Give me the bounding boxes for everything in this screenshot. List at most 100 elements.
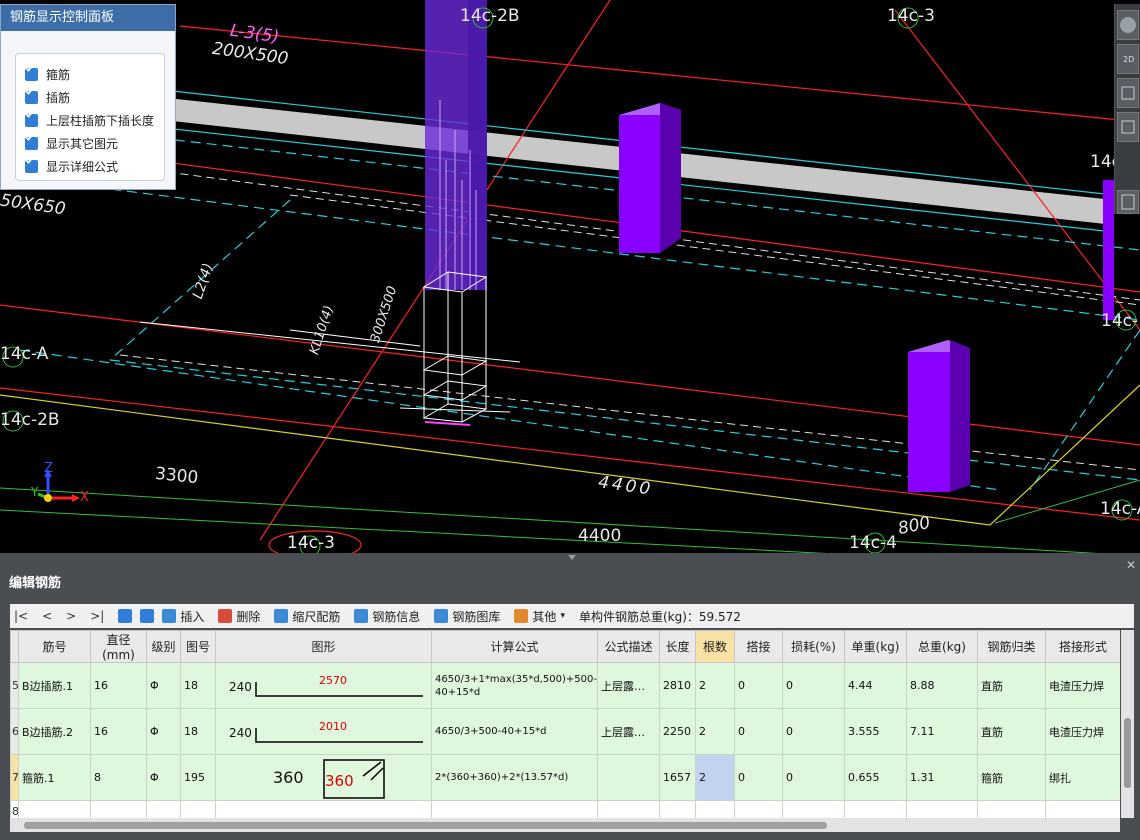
horizontal-scrollbar[interactable] xyxy=(10,818,1120,832)
3d-viewport[interactable]: 14c-2B 14c-3 14c-B 14c-A 14c-2B 14c-3 14… xyxy=(0,0,1140,553)
cell-diameter[interactable]: 16 xyxy=(90,708,147,755)
scale-rebar-button[interactable]: 缩尺配筋 xyxy=(274,608,340,625)
column-header[interactable]: 钢筋归类 xyxy=(977,630,1046,663)
cell-description[interactable]: 上层露… xyxy=(597,708,660,755)
cell-length[interactable]: 1657 xyxy=(659,754,696,801)
empty-cell[interactable] xyxy=(180,800,216,818)
cell-shape[interactable]: 360 360 xyxy=(215,754,432,801)
cell-total-weight[interactable]: 1.31 xyxy=(906,754,978,801)
cell-total-weight[interactable]: 8.88 xyxy=(906,662,978,709)
checkbox-checked-icon[interactable] xyxy=(25,87,38,104)
shape-length[interactable]: 360 xyxy=(325,772,354,790)
cell-count-selected[interactable]: 2 xyxy=(695,754,735,801)
cell-unit-weight[interactable]: 3.555 xyxy=(844,708,907,755)
empty-cell[interactable] xyxy=(695,800,735,818)
cell-unit-weight[interactable]: 0.655 xyxy=(844,754,907,801)
cell-lap[interactable]: 0 xyxy=(734,708,783,755)
column-header[interactable]: 长度 xyxy=(659,630,696,663)
panel-splitter[interactable] xyxy=(0,553,1140,564)
move-down-icon[interactable] xyxy=(140,609,155,623)
cell-loss[interactable]: 0 xyxy=(782,662,845,709)
rebar-info-button[interactable]: 钢筋信息 xyxy=(354,608,420,625)
table-row[interactable]: 7 箍筋.1 8 Φ 195 360 360 2*(360+360)+2*(13… xyxy=(10,754,1120,801)
option-show-other-elements[interactable]: 显示其它图元 xyxy=(25,133,118,153)
cell-diameter[interactable]: 8 xyxy=(90,754,147,801)
table-row[interactable]: 5 B边插筋.1 16 Φ 18 240 2570 4650/3+1*max(3… xyxy=(10,662,1120,709)
cell-lap-form[interactable]: 电渣压力焊 xyxy=(1045,662,1120,709)
cell-grade[interactable]: Φ xyxy=(146,662,181,709)
cell-shape[interactable]: 240 2570 xyxy=(215,662,432,709)
empty-cell[interactable] xyxy=(1045,800,1120,818)
column-header[interactable]: 级别 xyxy=(146,630,181,663)
checkbox-checked-icon[interactable] xyxy=(25,156,38,173)
cell-length[interactable]: 2810 xyxy=(659,662,696,709)
insert-button[interactable]: 插入 xyxy=(162,608,204,625)
nav-first-button[interactable]: |< xyxy=(14,609,28,623)
rebar-library-button[interactable]: 钢筋图库 xyxy=(434,608,500,625)
empty-cell[interactable] xyxy=(90,800,147,818)
cell-unit-weight[interactable]: 4.44 xyxy=(844,662,907,709)
cell-lap[interactable]: 0 xyxy=(734,662,783,709)
cell-figure-no[interactable]: 18 xyxy=(180,708,216,755)
empty-cell[interactable] xyxy=(18,800,91,818)
empty-cell[interactable] xyxy=(146,800,181,818)
column-header[interactable]: 计算公式 xyxy=(431,630,598,663)
cell-lap-form[interactable]: 电渣压力焊 xyxy=(1045,708,1120,755)
cube-view-icon[interactable] xyxy=(1117,112,1139,142)
column-header[interactable]: 总重(kg) xyxy=(906,630,978,663)
cell-loss[interactable]: 0 xyxy=(782,754,845,801)
shape-length[interactable]: 2570 xyxy=(319,674,347,687)
grid-settings-icon[interactable] xyxy=(1117,190,1139,214)
option-upper-column-length[interactable]: 上层柱插筋下插长度 xyxy=(25,110,154,130)
cell-formula[interactable]: 4650/3+1*max(35*d,500)+500-40+15*d xyxy=(431,662,598,709)
empty-cell[interactable] xyxy=(597,800,660,818)
cell-figure-no[interactable]: 195 xyxy=(180,754,216,801)
column-header[interactable]: 图号 xyxy=(180,630,216,663)
option-insert-bar[interactable]: 插筋 xyxy=(25,87,70,107)
cell-type[interactable]: 直筋 xyxy=(977,662,1046,709)
cell-formula[interactable]: 2*(360+360)+2*(13.57*d) xyxy=(431,754,598,801)
empty-cell[interactable] xyxy=(215,800,432,818)
cell-description[interactable] xyxy=(597,754,660,801)
nav-prev-button[interactable]: < xyxy=(42,609,52,623)
table-row-empty[interactable]: 8 xyxy=(10,800,1120,818)
control-panel-title[interactable]: 钢筋显示控制面板 xyxy=(1,5,175,31)
cell-lap-form[interactable]: 绑扎 xyxy=(1045,754,1120,801)
cell-loss[interactable]: 0 xyxy=(782,708,845,755)
column-header[interactable]: 公式描述 xyxy=(597,630,660,663)
cell-name[interactable]: B边插筋.1 xyxy=(18,662,91,709)
cell-formula[interactable]: 4650/3+500-40+15*d xyxy=(431,708,598,755)
scroll-thumb[interactable] xyxy=(24,822,827,829)
cell-figure-no[interactable]: 18 xyxy=(180,662,216,709)
cell-grade[interactable]: Φ xyxy=(146,754,181,801)
column-header[interactable]: 根数 xyxy=(695,630,735,663)
cell-type[interactable]: 箍筋 xyxy=(977,754,1046,801)
empty-cell[interactable] xyxy=(844,800,907,818)
cell-shape[interactable]: 240 2010 xyxy=(215,708,432,755)
empty-cell[interactable] xyxy=(431,800,598,818)
nav-next-button[interactable]: > xyxy=(66,609,76,623)
empty-cell[interactable] xyxy=(659,800,696,818)
column-header[interactable]: 搭接 xyxy=(734,630,783,663)
close-icon[interactable]: ✕ xyxy=(1126,558,1136,572)
other-menu-button[interactable]: 其他 ▾ xyxy=(514,608,565,625)
cell-name[interactable]: 箍筋.1 xyxy=(18,754,91,801)
empty-cell[interactable] xyxy=(734,800,783,818)
cell-description[interactable]: 上层露… xyxy=(597,662,660,709)
empty-cell[interactable] xyxy=(782,800,845,818)
cell-name[interactable]: B边插筋.2 xyxy=(18,708,91,755)
checkbox-checked-icon[interactable] xyxy=(25,64,38,81)
empty-cell[interactable] xyxy=(906,800,978,818)
collapse-arrow-icon[interactable] xyxy=(568,555,576,560)
checkbox-checked-icon[interactable] xyxy=(25,110,38,127)
cell-lap[interactable]: 0 xyxy=(734,754,783,801)
vertical-scrollbar[interactable] xyxy=(1121,630,1134,818)
cell-count[interactable]: 2 xyxy=(695,708,735,755)
view-2d-button[interactable]: 2D xyxy=(1117,44,1139,74)
option-stirrup[interactable]: 箍筋 xyxy=(25,64,70,84)
sphere-view-icon[interactable] xyxy=(1117,10,1139,40)
column-header[interactable]: 图形 xyxy=(215,630,432,663)
cell-length[interactable]: 2250 xyxy=(659,708,696,755)
cell-type[interactable]: 直筋 xyxy=(977,708,1046,755)
empty-cell[interactable] xyxy=(977,800,1046,818)
